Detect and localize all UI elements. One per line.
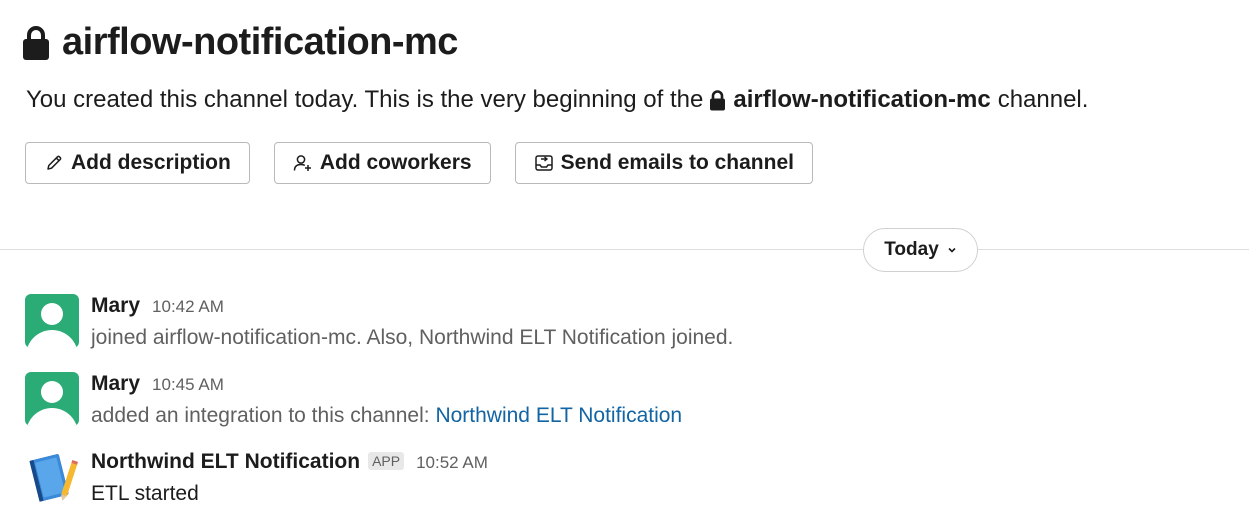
message-item: Northwind ELT Notification APP 10:52 AM … (25, 450, 488, 506)
message-text: added an integration to this channel: No… (91, 404, 682, 428)
integration-link[interactable]: Northwind ELT Notification (435, 404, 682, 427)
timestamp[interactable]: 10:45 AM (152, 375, 224, 395)
intro-suffix: channel. (997, 86, 1089, 113)
app-avatar[interactable] (25, 450, 79, 504)
channel-header: airflow-notification-mc (22, 18, 458, 66)
channel-title: airflow-notification-mc (62, 21, 458, 63)
send-emails-button[interactable]: Send emails to channel (514, 142, 813, 184)
avatar[interactable] (25, 294, 79, 348)
channel-intro: You created this channel today. This is … (26, 84, 1088, 116)
timestamp[interactable]: 10:52 AM (416, 453, 488, 473)
email-inbox-icon (534, 153, 554, 173)
message-text: joined airflow-notification-mc. Also, No… (91, 326, 734, 349)
add-coworkers-button[interactable]: Add coworkers (273, 142, 491, 184)
message-text-body: added an integration to this channel: (91, 404, 430, 427)
add-description-button[interactable]: Add description (25, 142, 250, 184)
sender-name[interactable]: Mary (91, 372, 140, 396)
message-text: ETL started (91, 482, 199, 505)
add-description-label: Add description (71, 151, 231, 174)
message-item: Mary 10:45 AM added an integration to th… (25, 372, 682, 428)
app-badge: APP (368, 452, 405, 470)
message-item: Mary 10:42 AM joined airflow-notificatio… (25, 294, 733, 350)
intro-channel-name: airflow-notification-mc (733, 86, 991, 113)
add-coworkers-label: Add coworkers (319, 151, 472, 174)
sender-name[interactable]: Northwind ELT Notification (91, 450, 360, 474)
day-divider-button[interactable]: Today (863, 228, 978, 272)
channel-actions: Add description Add coworkers Send email… (25, 142, 813, 184)
send-emails-label: Send emails to channel (560, 151, 794, 174)
lock-icon (22, 23, 52, 61)
intro-prefix: You created this channel today. This is … (26, 86, 704, 113)
avatar[interactable] (25, 372, 79, 426)
add-person-icon (293, 153, 313, 173)
notebook-icon (29, 454, 79, 502)
lock-icon (709, 89, 727, 111)
sender-name[interactable]: Mary (91, 294, 140, 318)
day-divider-line (0, 249, 1249, 250)
chevron-down-icon (947, 246, 957, 254)
pencil-icon (44, 153, 64, 173)
timestamp[interactable]: 10:42 AM (152, 297, 224, 317)
day-divider-label: Today (884, 239, 939, 260)
